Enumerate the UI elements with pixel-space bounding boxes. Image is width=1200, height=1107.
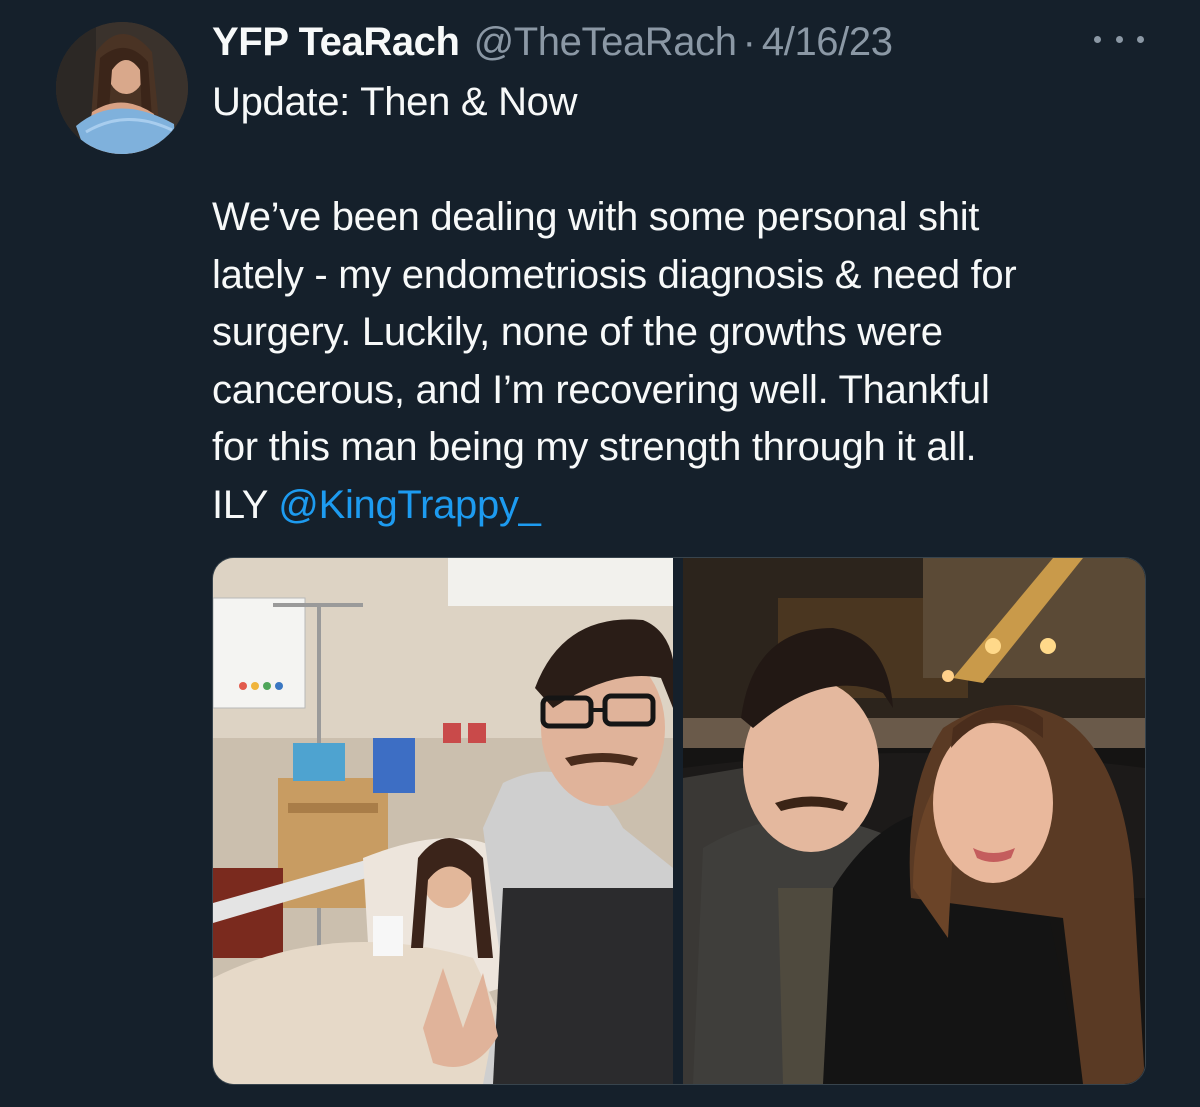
tweet-text: Update: Then & Now We’ve been dealing wi…	[212, 74, 1172, 534]
photo-restaurant[interactable]	[683, 558, 1145, 1084]
tweet-text-line: ILY @KingTrappy_	[212, 477, 1172, 535]
mention-link[interactable]: @KingTrappy_	[278, 483, 541, 527]
tweet[interactable]: YFP TeaRach @TheTeaRach · 4/16/23 Update…	[0, 0, 1200, 1107]
tweet-date[interactable]: 4/16/23	[762, 20, 893, 65]
tweet-text-prefix: ILY	[212, 482, 279, 527]
tweet-text-line: cancerous, and I’m recovering well. Than…	[212, 367, 990, 412]
tweet-text-line: surgery. Luckily, none of the growths we…	[212, 310, 943, 354]
photo-hospital[interactable]	[213, 558, 673, 1084]
more-dot	[1094, 35, 1101, 43]
media-grid	[212, 557, 1146, 1085]
more-dot	[1115, 35, 1123, 43]
tweet-text-line: lately - my endometriosis diagnosis & ne…	[212, 252, 1017, 297]
paragraph-break	[212, 132, 1172, 190]
tweet-header: YFP TeaRach @TheTeaRach · 4/16/23	[212, 14, 893, 70]
hospital-selfie-photo-icon	[213, 558, 673, 1084]
more-options-icon[interactable]	[1094, 24, 1144, 54]
user-handle[interactable]: @TheTeaRach	[474, 20, 737, 65]
tweet-text-line: for this man being my strength through i…	[212, 425, 977, 469]
display-name[interactable]: YFP TeaRach	[212, 20, 460, 65]
tweet-text-line: We’ve been dealing with some personal sh…	[212, 195, 980, 239]
avatar[interactable]	[56, 22, 188, 154]
separator-dot: ·	[742, 19, 756, 64]
avatar-image	[56, 22, 188, 154]
restaurant-selfie-photo-icon	[683, 558, 1145, 1084]
more-dot	[1137, 35, 1144, 43]
tweet-text-line: Update: Then & Now	[212, 80, 578, 124]
